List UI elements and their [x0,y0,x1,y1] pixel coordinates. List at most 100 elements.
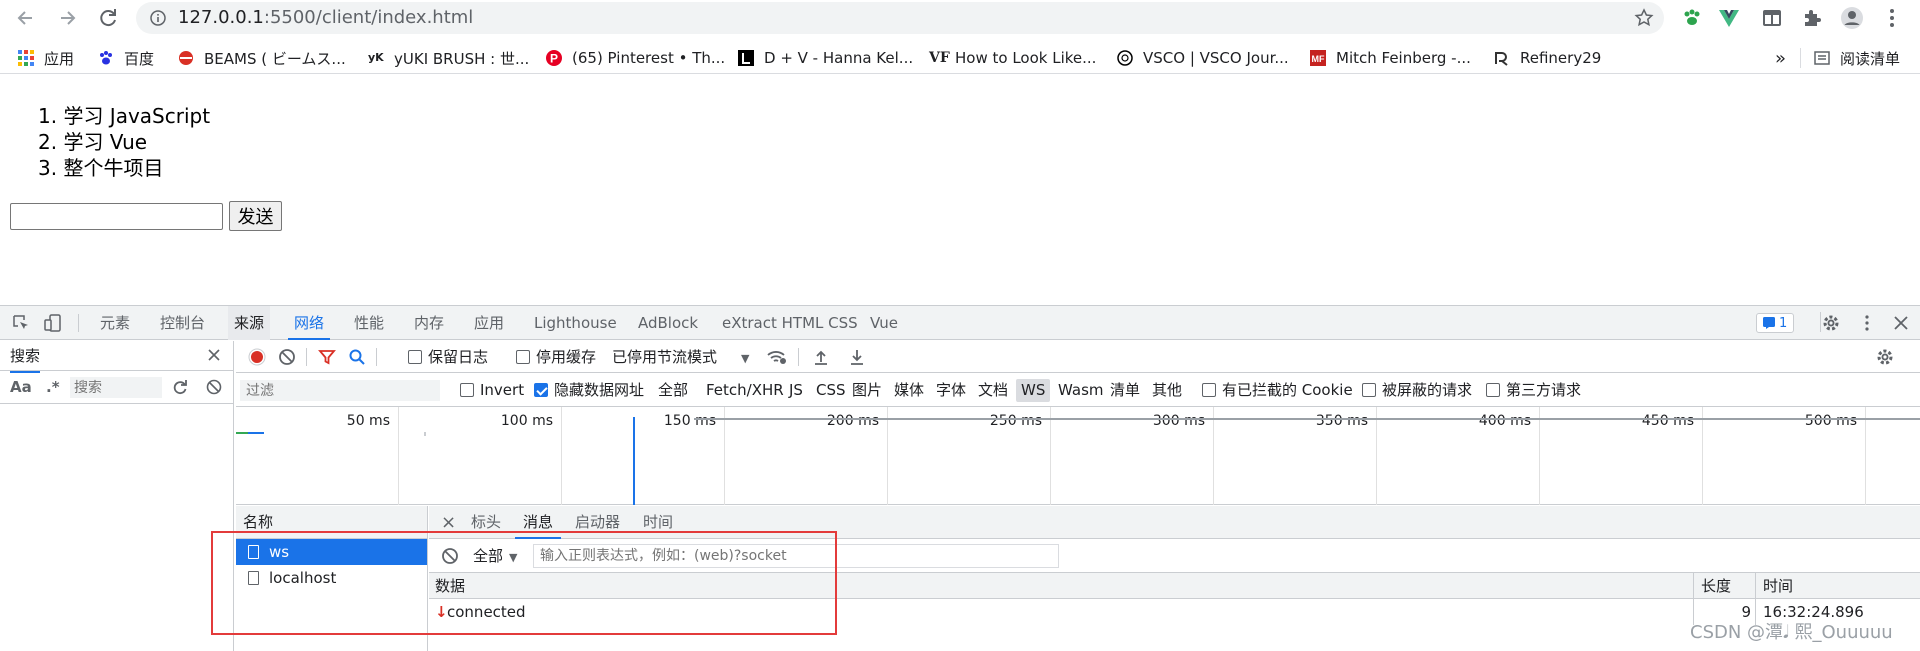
clear-messages-icon[interactable] [441,547,459,565]
request-row-localhost[interactable]: localhost [236,565,427,591]
network-settings-gear-icon[interactable] [1876,348,1894,366]
filter-type-doc[interactable]: 文档 [978,374,1008,407]
reading-list-button[interactable]: 阅读清单 [1814,42,1900,74]
tab-network[interactable]: 网络 [288,306,331,340]
filter-input[interactable] [240,380,440,401]
bookmark-vsco[interactable]: VSCO | VSCO Jour... [1117,42,1289,74]
bookmark-mitch[interactable]: MF Mitch Feinberg -... [1310,42,1471,74]
refresh-search-icon[interactable] [172,379,188,395]
network-conditions-icon[interactable] [766,348,788,366]
chrome-menu-icon[interactable] [1880,6,1904,30]
tab-messages[interactable]: 消息 [515,506,562,539]
clear-log-icon[interactable] [278,348,296,366]
regex-toggle[interactable]: .* [46,371,60,404]
bookmark-how-to-look[interactable]: VF How to Look Like... [929,42,1096,74]
filter-funnel-icon[interactable] [318,348,336,366]
export-har-icon[interactable] [848,348,866,366]
timeline-dom-loaded-marker [633,417,635,505]
column-length[interactable]: 长度 [1701,573,1731,599]
vue-devtools-icon[interactable] [1717,6,1741,30]
filter-type-css[interactable]: CSS [816,374,846,407]
device-toolbar-icon[interactable] [44,314,62,332]
blocked-requests-checkbox[interactable]: 被屏蔽的请求 [1362,374,1472,407]
address-bar[interactable]: 127.0.0.1:5500/client/index.html [136,2,1664,34]
bookmark-refinery29[interactable]: Refinery29 [1494,42,1601,74]
network-overview-timeline[interactable]: 50 ms 100 ms 150 ms 200 ms 250 ms 300 ms… [236,407,1920,505]
timeline-tick-label: 100 ms [500,413,553,429]
reload-icon[interactable] [94,4,122,32]
disable-cache-checkbox[interactable]: 停用缓存 [516,341,596,373]
paw-extension-icon[interactable] [1680,6,1704,30]
record-icon[interactable] [248,348,266,366]
message-regex-filter-input[interactable] [533,544,1059,568]
blocked-requests-label: 被屏蔽的请求 [1382,381,1473,399]
close-search-icon[interactable] [206,347,222,363]
tab-sources[interactable]: 来源 [228,306,271,340]
forward-arrow-icon[interactable] [53,4,81,32]
column-data[interactable]: 数据 [435,573,465,599]
tab-vue[interactable]: Vue [864,306,904,340]
bookmark-beams[interactable]: BEAMS ( ビームス... [178,42,346,74]
reading-list-label: 阅读清单 [1840,49,1901,68]
bookmark-pinterest[interactable]: P (65) Pinterest • Th... [546,42,725,74]
filter-type-wasm[interactable]: Wasm [1058,374,1104,407]
filter-type-other[interactable]: 其他 [1152,374,1182,407]
column-time[interactable]: 时间 [1763,573,1793,599]
invert-checkbox[interactable]: Invert [460,374,524,407]
tab-timing[interactable]: 时间 [635,506,681,539]
window-extension-icon[interactable] [1760,6,1784,30]
send-button[interactable]: 发送 [229,201,282,231]
blocked-cookies-checkbox[interactable]: 有已拦截的 Cookie [1202,374,1353,407]
bookmark-star-icon[interactable] [1634,8,1654,28]
inspect-element-icon[interactable] [12,314,30,332]
import-har-icon[interactable] [812,348,830,366]
filter-type-all[interactable]: 全部 [658,374,688,407]
bookmarks-overflow-button[interactable]: » [1775,42,1786,74]
site-info-icon[interactable] [150,10,166,26]
filter-type-manifest[interactable]: 清单 [1110,374,1140,407]
settings-gear-icon[interactable] [1822,314,1840,332]
search-magnifier-icon[interactable] [348,348,366,366]
third-party-checkbox[interactable]: 第三方请求 [1486,374,1581,407]
filter-type-js[interactable]: JS [789,374,803,407]
search-drawer-title[interactable]: 搜索 [10,341,41,373]
profile-avatar-icon[interactable] [1840,6,1864,30]
filter-type-media[interactable]: 媒体 [894,374,924,407]
match-case-toggle[interactable]: Aa [10,371,32,404]
puzzle-extensions-icon[interactable] [1800,6,1824,30]
filter-type-fetch-xhr[interactable]: Fetch/XHR [706,374,784,407]
filter-type-img[interactable]: 图片 [852,374,882,407]
checkbox-box [516,350,530,364]
request-name: localhost [269,569,337,587]
issues-badge[interactable]: 1 [1756,313,1795,333]
clear-search-icon[interactable] [206,379,222,395]
bookmark-hanna[interactable]: D + V - Hanna Kel... [738,42,913,74]
more-options-icon[interactable] [1858,314,1876,332]
tab-application[interactable]: 应用 [468,306,510,340]
bookmark-apps[interactable]: 应用 [18,42,74,74]
tab-initiator[interactable]: 启动器 [567,506,628,539]
close-detail-button[interactable]: × [433,506,464,539]
tab-console[interactable]: 控制台 [154,306,211,340]
tab-lighthouse[interactable]: Lighthouse [528,306,623,340]
close-devtools-icon[interactable] [1892,314,1910,332]
bookmark-baidu[interactable]: 百度 [98,42,154,74]
search-input[interactable] [70,377,162,398]
message-input[interactable] [10,203,223,230]
bookmark-yuki-brush[interactable]: yK yUKI BRUSH : 世... [368,42,529,74]
tab-extract-html-css[interactable]: eXtract HTML CSS [716,306,864,340]
filter-type-font[interactable]: 字体 [936,374,966,407]
tab-performance[interactable]: 性能 [348,306,390,340]
tab-adblock[interactable]: AdBlock [632,306,704,340]
request-row-ws[interactable]: ws [236,539,427,565]
throttling-select[interactable]: 已停用节流模式 ▼ [612,341,749,373]
filter-type-ws[interactable]: WS [1016,379,1051,402]
preserve-log-checkbox[interactable]: 保留日志 [408,341,488,373]
tab-headers[interactable]: 标头 [463,506,509,539]
tab-elements[interactable]: 元素 [94,306,136,340]
back-arrow-icon[interactable] [12,4,40,32]
message-type-select[interactable]: 全部 ▼ [473,539,517,575]
hide-data-urls-checkbox[interactable]: 隐藏数据网址 [534,374,644,407]
request-list-header[interactable]: 名称 [236,506,427,539]
tab-memory[interactable]: 内存 [408,306,450,340]
